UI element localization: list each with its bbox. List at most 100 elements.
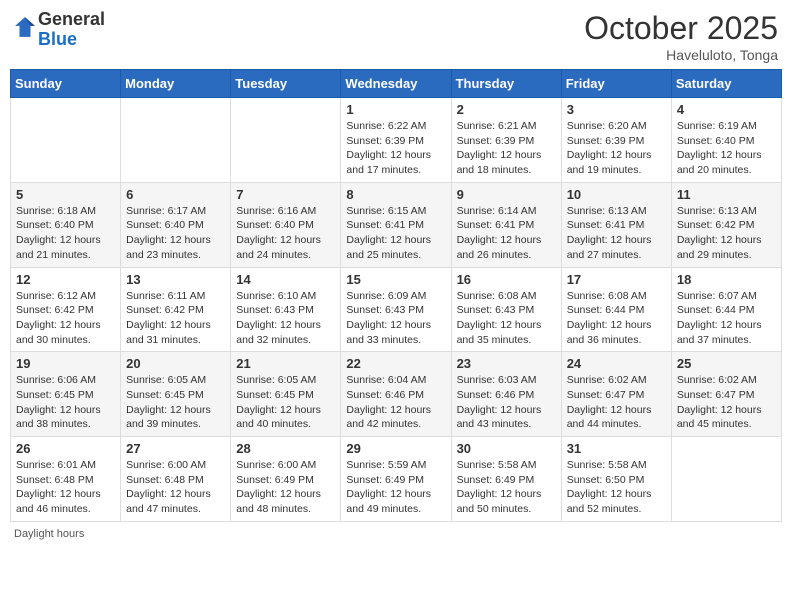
day-info: Sunrise: 6:08 AM Sunset: 6:43 PM Dayligh… [457, 289, 556, 348]
day-number: 29 [346, 441, 445, 456]
day-info: Sunrise: 6:10 AM Sunset: 6:43 PM Dayligh… [236, 289, 335, 348]
day-info: Sunrise: 5:58 AM Sunset: 6:50 PM Dayligh… [567, 458, 666, 517]
day-number: 5 [16, 187, 115, 202]
day-info: Sunrise: 6:19 AM Sunset: 6:40 PM Dayligh… [677, 119, 776, 178]
calendar-cell: 17 Sunrise: 6:08 AM Sunset: 6:44 PM Dayli… [561, 267, 671, 352]
day-number: 4 [677, 102, 776, 117]
calendar-cell: 4 Sunrise: 6:19 AM Sunset: 6:40 PM Daylig… [671, 98, 781, 183]
day-info: Sunrise: 6:21 AM Sunset: 6:39 PM Dayligh… [457, 119, 556, 178]
day-info: Sunrise: 6:14 AM Sunset: 6:41 PM Dayligh… [457, 204, 556, 263]
day-number: 12 [16, 272, 115, 287]
day-number: 23 [457, 356, 556, 371]
day-info: Sunrise: 6:09 AM Sunset: 6:43 PM Dayligh… [346, 289, 445, 348]
calendar-cell: 14 Sunrise: 6:10 AM Sunset: 6:43 PM Dayli… [231, 267, 341, 352]
day-number: 21 [236, 356, 335, 371]
day-info: Sunrise: 5:58 AM Sunset: 6:49 PM Dayligh… [457, 458, 556, 517]
calendar-cell: 5 Sunrise: 6:18 AM Sunset: 6:40 PM Daylig… [11, 182, 121, 267]
day-number: 18 [677, 272, 776, 287]
weekday-header-monday: Monday [121, 70, 231, 98]
calendar-cell: 16 Sunrise: 6:08 AM Sunset: 6:43 PM Dayli… [451, 267, 561, 352]
logo-text: General Blue [38, 10, 105, 50]
calendar-cell [11, 98, 121, 183]
calendar-cell: 8Sunrise: 6:15 AM Sunset: 6:41 PM Daylig… [341, 182, 451, 267]
day-number: 9 [457, 187, 556, 202]
day-info: Sunrise: 6:22 AM Sunset: 6:39 PM Dayligh… [346, 119, 445, 178]
calendar-cell: 3 Sunrise: 6:20 AM Sunset: 6:39 PM Daylig… [561, 98, 671, 183]
weekday-header-wednesday: Wednesday [341, 70, 451, 98]
day-number: 16 [457, 272, 556, 287]
day-info: Sunrise: 6:16 AM Sunset: 6:40 PM Dayligh… [236, 204, 335, 263]
day-info: Sunrise: 6:00 AM Sunset: 6:49 PM Dayligh… [236, 458, 335, 517]
day-number: 14 [236, 272, 335, 287]
calendar-cell: 20 Sunrise: 6:05 AM Sunset: 6:45 PM Dayli… [121, 352, 231, 437]
day-info: Sunrise: 5:59 AM Sunset: 6:49 PM Dayligh… [346, 458, 445, 517]
day-number: 27 [126, 441, 225, 456]
day-info: Sunrise: 6:20 AM Sunset: 6:39 PM Dayligh… [567, 119, 666, 178]
day-info: Sunrise: 6:05 AM Sunset: 6:45 PM Dayligh… [236, 373, 335, 432]
location-subtitle: Haveluloto, Tonga [584, 47, 778, 63]
title-block: October 2025 Haveluloto, Tonga [584, 10, 778, 63]
day-number: 19 [16, 356, 115, 371]
day-info: Sunrise: 6:13 AM Sunset: 6:42 PM Dayligh… [677, 204, 776, 263]
calendar-cell [231, 98, 341, 183]
day-info: Sunrise: 6:17 AM Sunset: 6:40 PM Dayligh… [126, 204, 225, 263]
calendar-cell: 21 Sunrise: 6:05 AM Sunset: 6:45 PM Dayli… [231, 352, 341, 437]
day-number: 20 [126, 356, 225, 371]
calendar-cell: 22 Sunrise: 6:04 AM Sunset: 6:46 PM Dayli… [341, 352, 451, 437]
day-number: 15 [346, 272, 445, 287]
day-info: Sunrise: 6:08 AM Sunset: 6:44 PM Dayligh… [567, 289, 666, 348]
calendar-cell: 31 Sunrise: 5:58 AM Sunset: 6:50 PM Dayli… [561, 437, 671, 522]
calendar-cell: 11Sunrise: 6:13 AM Sunset: 6:42 PM Dayli… [671, 182, 781, 267]
calendar-cell [671, 437, 781, 522]
footer: Daylight hours [10, 528, 782, 540]
day-number: 25 [677, 356, 776, 371]
calendar-cell [121, 98, 231, 183]
weekday-header-row: SundayMondayTuesdayWednesdayThursdayFrid… [11, 70, 782, 98]
day-info: Sunrise: 6:18 AM Sunset: 6:40 PM Dayligh… [16, 204, 115, 263]
calendar-cell: 9 Sunrise: 6:14 AM Sunset: 6:41 PM Daylig… [451, 182, 561, 267]
day-number: 1 [346, 102, 445, 117]
day-info: Sunrise: 6:01 AM Sunset: 6:48 PM Dayligh… [16, 458, 115, 517]
day-number: 7 [236, 187, 335, 202]
day-info: Sunrise: 6:03 AM Sunset: 6:46 PM Dayligh… [457, 373, 556, 432]
calendar-cell: 23 Sunrise: 6:03 AM Sunset: 6:46 PM Dayli… [451, 352, 561, 437]
day-info: Sunrise: 6:11 AM Sunset: 6:42 PM Dayligh… [126, 289, 225, 348]
day-info: Sunrise: 6:15 AM Sunset: 6:41 PM Dayligh… [346, 204, 445, 263]
weekday-header-tuesday: Tuesday [231, 70, 341, 98]
calendar-table: SundayMondayTuesdayWednesdayThursdayFrid… [10, 69, 782, 522]
day-info: Sunrise: 6:13 AM Sunset: 6:41 PM Dayligh… [567, 204, 666, 263]
day-number: 3 [567, 102, 666, 117]
calendar-cell: 30Sunrise: 5:58 AM Sunset: 6:49 PM Dayli… [451, 437, 561, 522]
month-title: October 2025 [584, 10, 778, 47]
calendar-week-1: 1 Sunrise: 6:22 AM Sunset: 6:39 PM Daylig… [11, 98, 782, 183]
calendar-cell: 15 Sunrise: 6:09 AM Sunset: 6:43 PM Dayli… [341, 267, 451, 352]
day-info: Sunrise: 6:12 AM Sunset: 6:42 PM Dayligh… [16, 289, 115, 348]
day-number: 22 [346, 356, 445, 371]
day-number: 10 [567, 187, 666, 202]
day-number: 31 [567, 441, 666, 456]
calendar-cell: 1 Sunrise: 6:22 AM Sunset: 6:39 PM Daylig… [341, 98, 451, 183]
weekday-header-friday: Friday [561, 70, 671, 98]
calendar-week-3: 12 Sunrise: 6:12 AM Sunset: 6:42 PM Dayli… [11, 267, 782, 352]
calendar-cell: 10 Sunrise: 6:13 AM Sunset: 6:41 PM Dayli… [561, 182, 671, 267]
weekday-header-thursday: Thursday [451, 70, 561, 98]
calendar-cell: 28Sunrise: 6:00 AM Sunset: 6:49 PM Dayli… [231, 437, 341, 522]
day-info: Sunrise: 6:05 AM Sunset: 6:45 PM Dayligh… [126, 373, 225, 432]
logo-icon [14, 16, 36, 38]
calendar-week-5: 26Sunrise: 6:01 AM Sunset: 6:48 PM Dayli… [11, 437, 782, 522]
page-header: General Blue October 2025 Haveluloto, To… [10, 10, 782, 63]
day-number: 17 [567, 272, 666, 287]
day-info: Sunrise: 6:02 AM Sunset: 6:47 PM Dayligh… [677, 373, 776, 432]
logo-blue: Blue [38, 29, 77, 49]
calendar-cell: 13 Sunrise: 6:11 AM Sunset: 6:42 PM Dayli… [121, 267, 231, 352]
day-info: Sunrise: 6:04 AM Sunset: 6:46 PM Dayligh… [346, 373, 445, 432]
day-number: 2 [457, 102, 556, 117]
day-info: Sunrise: 6:02 AM Sunset: 6:47 PM Dayligh… [567, 373, 666, 432]
calendar-cell: 2 Sunrise: 6:21 AM Sunset: 6:39 PM Daylig… [451, 98, 561, 183]
logo: General Blue [14, 10, 105, 50]
calendar-cell: 25 Sunrise: 6:02 AM Sunset: 6:47 PM Dayli… [671, 352, 781, 437]
calendar-cell: 12 Sunrise: 6:12 AM Sunset: 6:42 PM Dayli… [11, 267, 121, 352]
day-number: 13 [126, 272, 225, 287]
day-info: Sunrise: 6:00 AM Sunset: 6:48 PM Dayligh… [126, 458, 225, 517]
calendar-cell: 24Sunrise: 6:02 AM Sunset: 6:47 PM Dayli… [561, 352, 671, 437]
